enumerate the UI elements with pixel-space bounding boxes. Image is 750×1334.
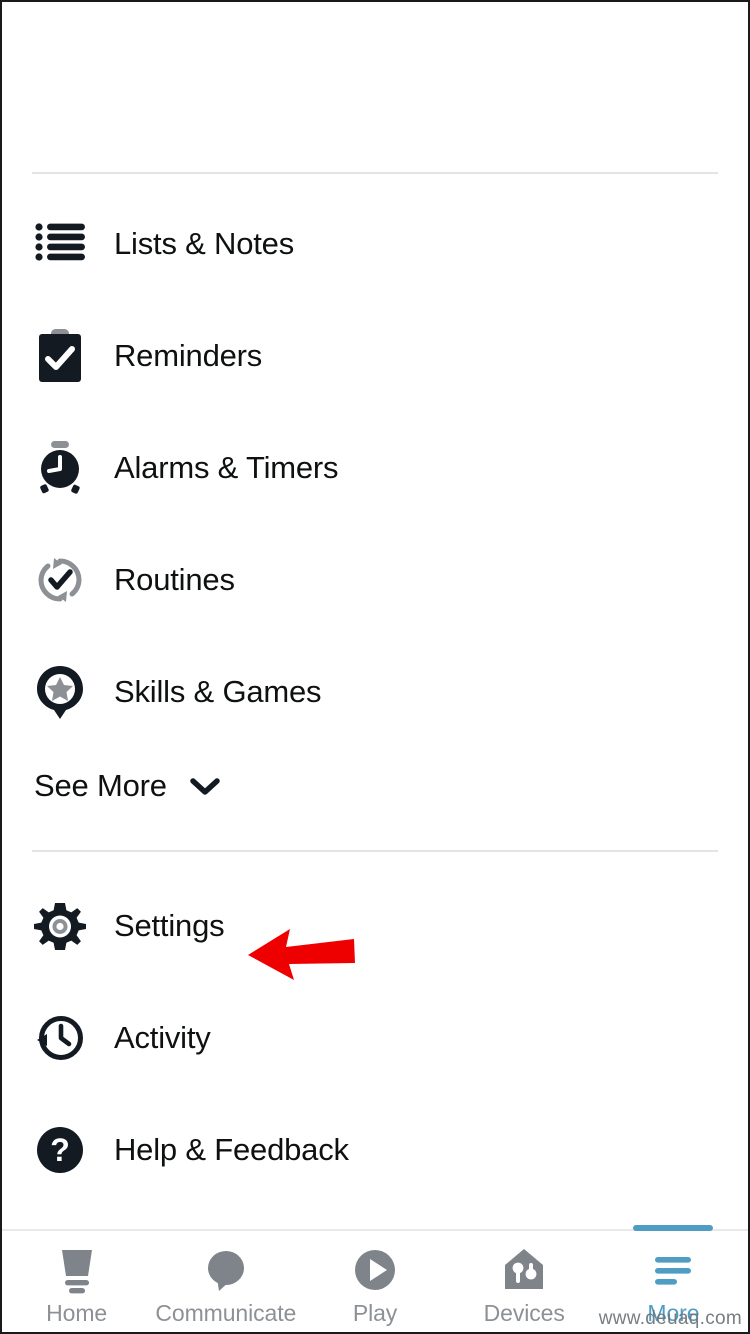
menu-item-routines[interactable]: Routines [2,524,748,636]
pin-star-icon [32,664,88,720]
see-more-label: See More [34,768,167,803]
play-circle-icon [352,1244,398,1296]
list-icon [32,216,88,272]
app-screen: Lists & Notes Reminders Alarms & Timers … [0,0,750,1334]
menu-item-settings[interactable]: Settings [2,870,748,982]
secondary-menu-group: Settings Activity ? Help & Feedback [2,870,748,1206]
echo-device-icon [54,1244,100,1296]
menu-item-alarms-and-timers[interactable]: Alarms & Timers [2,412,748,524]
house-devices-icon [501,1244,547,1296]
menu-item-label: Lists & Notes [114,226,295,261]
nav-tab-label: Devices [483,1300,565,1326]
nav-tab-label: Communicate [155,1300,297,1326]
see-more-button[interactable]: See More [2,748,748,824]
clipboard-check-icon [32,328,88,384]
menu-item-lists-and-notes[interactable]: Lists & Notes [2,188,748,300]
nav-tab-label: Play [352,1300,398,1326]
menu-item-activity[interactable]: Activity [2,982,748,1094]
alarm-clock-icon [32,440,88,496]
menu-item-help-and-feedback[interactable]: ? Help & Feedback [2,1094,748,1206]
hamburger-menu-icon [650,1244,696,1296]
nav-tab-home[interactable]: Home [2,1231,151,1332]
speech-bubble-icon [203,1244,249,1296]
top-blank-area [2,2,748,172]
menu-item-label: Settings [114,908,225,943]
menu-item-label: Reminders [114,338,263,373]
nav-tab-devices[interactable]: Devices [450,1231,599,1332]
menu-item-label: Alarms & Timers [114,450,339,485]
clock-history-icon [32,1010,88,1066]
active-tab-indicator [633,1225,714,1231]
watermark: www.deuaq.com [598,1308,742,1329]
primary-menu-group: Lists & Notes Reminders Alarms & Timers … [2,174,748,824]
spacer-after-divider [2,852,748,870]
menu-item-label: Skills & Games [114,674,322,709]
menu-item-label: Routines [114,562,235,597]
spacer-before-divider [2,824,748,850]
menu-item-label: Activity [114,1020,211,1055]
menu-item-reminders[interactable]: Reminders [2,300,748,412]
nav-tab-label: Home [46,1300,108,1326]
nav-tab-communicate[interactable]: Communicate [151,1231,300,1332]
routine-refresh-check-icon [32,552,88,608]
svg-text:?: ? [50,1132,70,1168]
menu-item-skills-and-games[interactable]: Skills & Games [2,636,748,748]
menu-item-label: Help & Feedback [114,1132,349,1167]
gear-icon [32,898,88,954]
nav-tab-play[interactable]: Play [300,1231,449,1332]
chevron-down-icon [189,776,221,796]
question-circle-icon: ? [32,1122,88,1178]
